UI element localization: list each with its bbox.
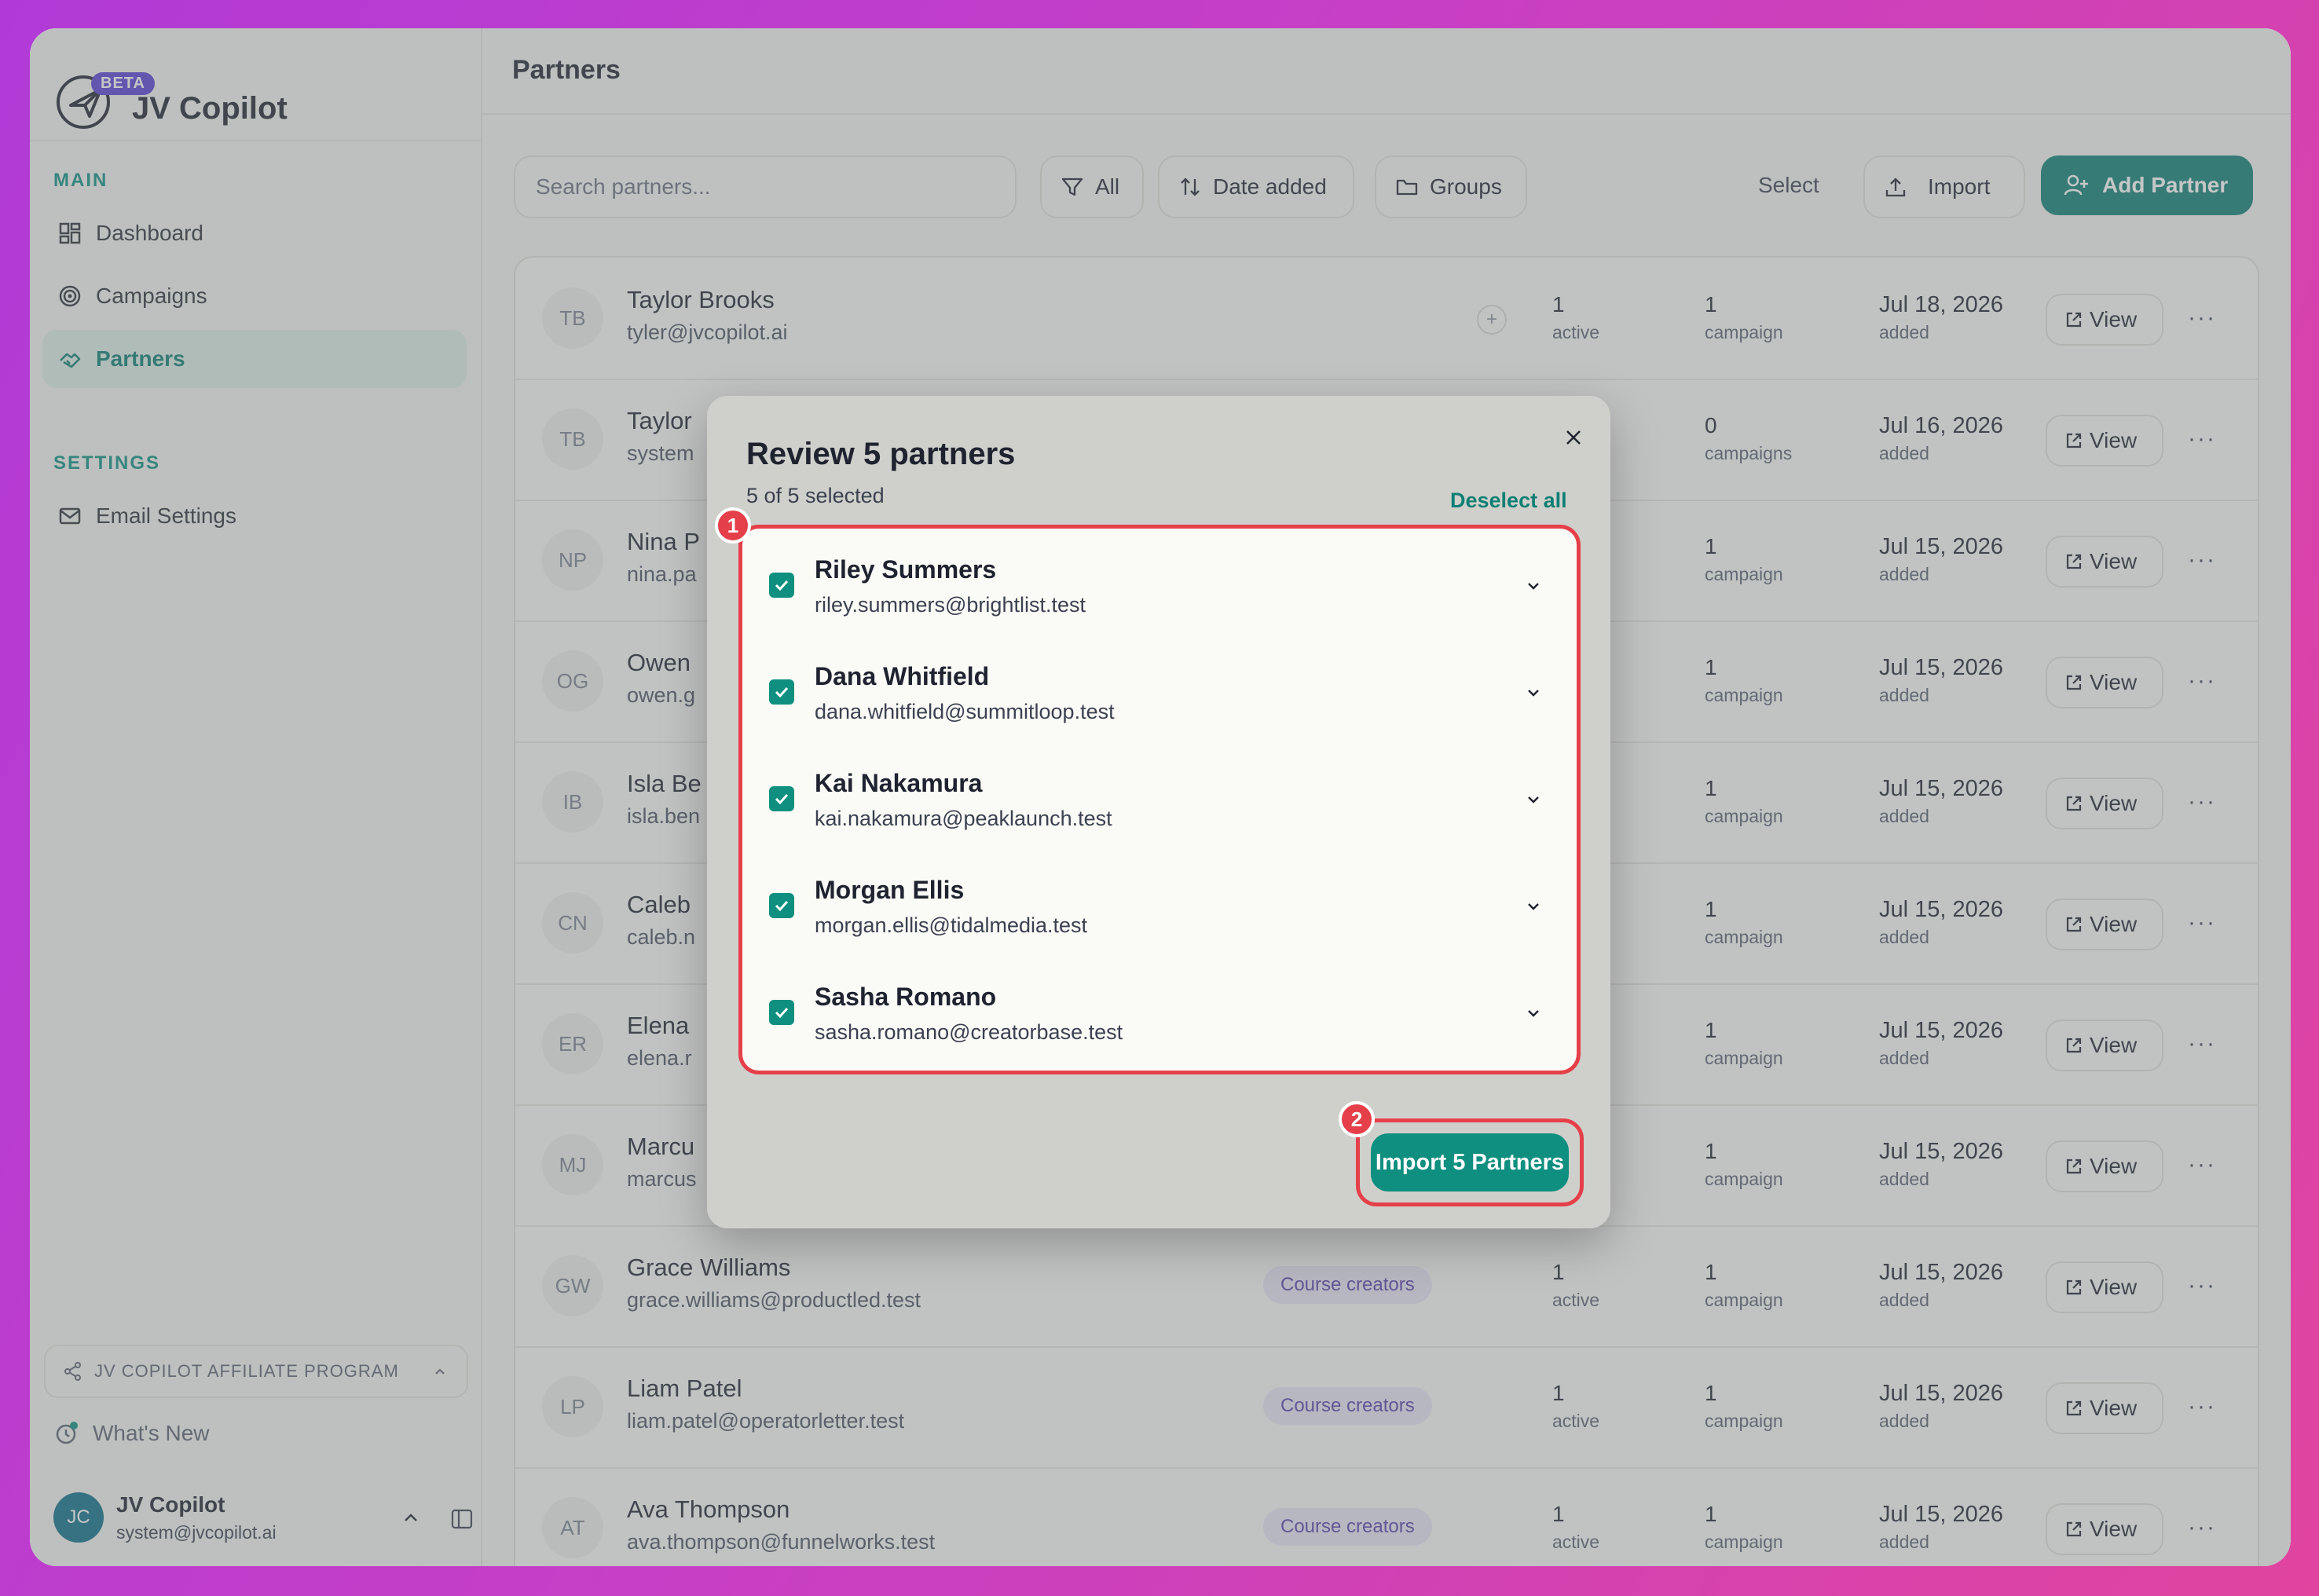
check-icon	[775, 686, 789, 698]
deselect-all-button[interactable]: Deselect all	[1450, 489, 1567, 513]
annotation-badge-2: 2	[1339, 1101, 1375, 1137]
partner-checkbox[interactable]	[769, 786, 794, 811]
dialog-title: Review 5 partners	[746, 437, 1016, 471]
review-partners-dialog: Review 5 partners 5 of 5 selected Desele…	[707, 396, 1610, 1228]
partner-email: kai.nakamura@peaklaunch.test	[815, 807, 1112, 830]
check-icon	[775, 1007, 789, 1019]
partner-email: morgan.ellis@tidalmedia.test	[815, 913, 1088, 937]
partner-checkbox[interactable]	[769, 573, 794, 598]
partner-checkbox[interactable]	[769, 893, 794, 918]
list-item[interactable]: Sasha Romano sasha.romano@creatorbase.tes…	[742, 959, 1577, 1066]
list-item[interactable]: Kai Nakamura kai.nakamura@peaklaunch.test	[742, 745, 1577, 852]
partner-email: sasha.romano@creatorbase.test	[815, 1020, 1123, 1044]
partner-name: Sasha Romano	[815, 983, 997, 1011]
import-button-highlight: Import 5 Partners	[1356, 1118, 1584, 1206]
list-item[interactable]: Dana Whitfield dana.whitfield@summitloop.…	[742, 639, 1577, 745]
partner-review-list: Riley Summers riley.summers@brightlist.te…	[738, 525, 1581, 1074]
list-item[interactable]: Morgan Ellis morgan.ellis@tidalmedia.test	[742, 852, 1577, 959]
partner-email: riley.summers@brightlist.test	[815, 593, 1086, 617]
chevron-down-icon[interactable]	[1522, 1001, 1545, 1025]
app-window: BETA JV Copilot MAIN Dashboard Campaigns…	[30, 28, 2291, 1566]
chevron-down-icon[interactable]	[1522, 788, 1545, 811]
partner-name: Kai Nakamura	[815, 769, 983, 797]
partner-name: Riley Summers	[815, 555, 997, 584]
chevron-down-icon[interactable]	[1522, 574, 1545, 598]
annotation-badge-1: 1	[715, 507, 751, 544]
close-button[interactable]	[1555, 419, 1592, 456]
partner-name: Dana Whitfield	[815, 662, 990, 690]
chevron-down-icon[interactable]	[1522, 895, 1545, 918]
partner-checkbox[interactable]	[769, 679, 794, 705]
check-icon	[775, 580, 789, 591]
partner-email: dana.whitfield@summitloop.test	[815, 700, 1115, 723]
import-partners-button[interactable]: Import 5 Partners	[1371, 1133, 1569, 1192]
partner-checkbox[interactable]	[769, 1000, 794, 1025]
list-item[interactable]: Riley Summers riley.summers@brightlist.te…	[742, 532, 1577, 639]
chevron-down-icon[interactable]	[1522, 681, 1545, 705]
partner-name: Morgan Ellis	[815, 876, 965, 904]
check-icon	[775, 900, 789, 912]
selection-count: 5 of 5 selected	[746, 484, 885, 507]
check-icon	[775, 793, 789, 805]
close-icon	[1566, 430, 1581, 445]
